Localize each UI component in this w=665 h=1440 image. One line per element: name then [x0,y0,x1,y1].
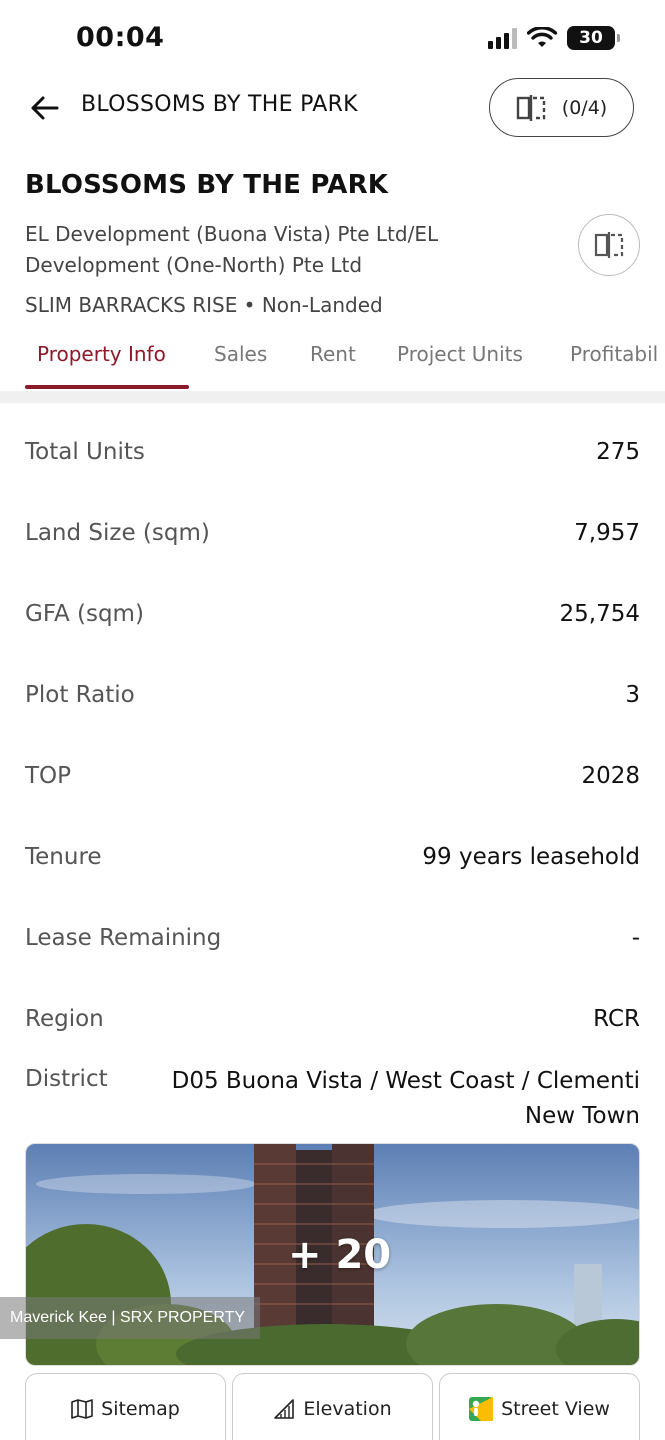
tab-property-info[interactable]: Property Info [37,342,166,366]
info-label: Lease Remaining [25,925,222,951]
tab-sales[interactable]: Sales [214,342,267,366]
elevation-icon [274,1398,295,1419]
status-icons: 30 [488,26,620,50]
map-icon [71,1398,93,1419]
more-photos-count: + 20 [288,1232,392,1278]
sitemap-label: Sitemap [101,1397,180,1420]
info-label: TOP [25,763,72,789]
info-row-total-units: Total Units 275 [25,432,640,472]
info-row-land-size: Land Size (sqm) 7,957 [25,513,640,553]
info-row-region: Region RCR [25,999,640,1039]
battery-icon: 30 [567,26,620,50]
info-value: 25,754 [559,601,640,627]
info-row-district: District D05 Buona Vista / West Coast / … [25,1064,640,1134]
nav-bar: BLOSSOMS BY THE PARK (0/4) [0,78,665,138]
compare-icon [516,94,545,121]
wifi-icon [527,27,557,47]
info-label: Total Units [25,439,145,465]
status-bar: 00:04 30 [0,0,665,80]
sitemap-button[interactable]: Sitemap [25,1373,226,1440]
media-actions: Sitemap Elevation Street View [25,1373,640,1440]
project-title: BLOSSOMS BY THE PARK [25,170,389,200]
compare-count: (0/4) [561,96,608,119]
info-label: Tenure [25,844,102,870]
active-tab-indicator [25,385,189,389]
compare-icon [594,232,624,258]
info-value: RCR [593,1006,640,1032]
nav-title: BLOSSOMS BY THE PARK [81,92,358,117]
developer-name: EL Development (Buona Vista) Pte Ltd/EL … [25,222,439,277]
section-divider [0,391,665,403]
add-to-compare-button[interactable] [578,214,640,276]
back-button[interactable] [24,88,64,128]
info-label: Land Size (sqm) [25,520,210,546]
tab-rent[interactable]: Rent [310,342,356,366]
info-label: GFA (sqm) [25,601,144,627]
info-row-lease-remaining: Lease Remaining - [25,918,640,958]
info-row-plot-ratio: Plot Ratio 3 [25,675,640,715]
info-value: 2028 [581,763,640,789]
signal-icon [488,27,517,49]
info-value: - [631,925,640,951]
info-row-top: TOP 2028 [25,756,640,796]
tab-project-units[interactable]: Project Units [397,342,523,366]
info-label: District [25,1066,108,1092]
info-value: 99 years leasehold [422,844,640,870]
arrow-left-icon [31,96,59,120]
info-value: D05 Buona Vista / West Coast / Clementi … [171,1068,640,1129]
info-row-tenure: Tenure 99 years leasehold [25,837,640,877]
tab-profitability[interactable]: Profitabil [570,342,658,366]
info-value: 7,957 [574,520,640,546]
status-time: 00:04 [76,22,165,53]
tab-bar: Property Info Sales Rent Project Units P… [0,330,665,392]
location-line: SLIM BARRACKS RISE • Non-Landed [25,293,383,317]
info-value: 3 [625,682,640,708]
street-view-icon [469,1396,494,1421]
compare-list-button[interactable]: (0/4) [489,78,634,137]
info-label: Region [25,1006,104,1032]
info-row-gfa: GFA (sqm) 25,754 [25,594,640,634]
elevation-button[interactable]: Elevation [232,1373,433,1440]
info-label: Plot Ratio [25,682,135,708]
photo-credit: Maverick Kee | SRX PROPERTY [0,1297,260,1339]
info-value: 275 [596,439,640,465]
elevation-label: Elevation [303,1397,392,1420]
street-view-button[interactable]: Street View [439,1373,640,1440]
street-view-label: Street View [501,1397,610,1420]
